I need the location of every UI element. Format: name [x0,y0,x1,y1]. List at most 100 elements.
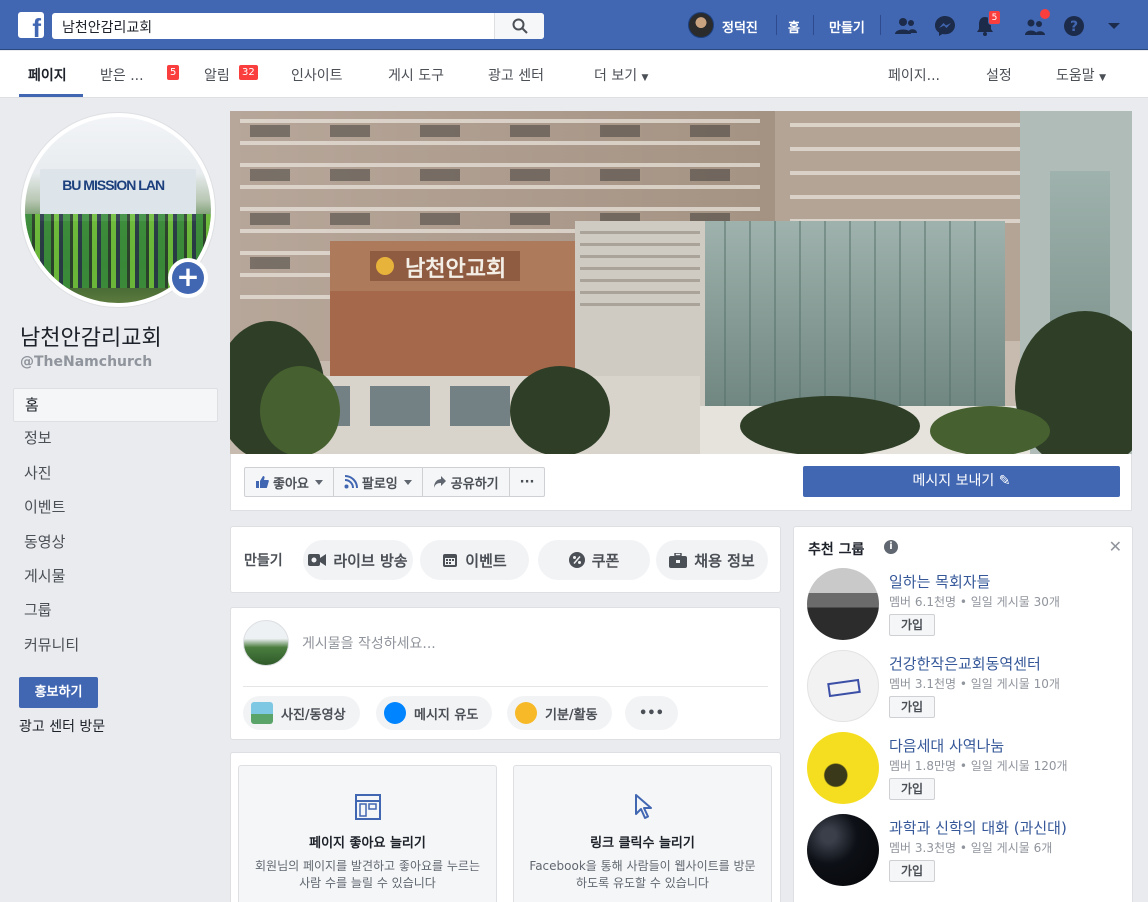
list-item: 건강한작은교회동역센터 멤버 3.1천명 • 일일 게시물 10개 가입 [807,650,1127,730]
friend-requests-icon[interactable] [894,14,918,38]
promo-description: 회원님의 페이지를 발견하고 좋아요를 누르는 사람 수를 늘릴 수 있습니다 [254,859,481,890]
live-video-button[interactable]: 라이브 방송 [303,540,413,580]
tab-help[interactable]: 도움말 ▼ [1056,65,1106,85]
group-thumbnail[interactable] [807,732,879,804]
create-label: 만들기 [244,553,283,569]
send-message-label: 메시지 보내기 [912,473,995,489]
more-composer-label: ••• [639,705,664,721]
coupon-label: 쿠폰 [591,551,620,570]
create-link[interactable]: 만들기 [829,17,865,36]
search-box[interactable]: 남천안감리교회 [52,13,544,39]
info-icon[interactable]: i [884,540,898,554]
join-group-button[interactable]: 가입 [889,696,935,718]
like-button[interactable]: 좋아요 [245,468,334,496]
top-bar: f 남천안감리교회 정덕진 홈 만들기 5 ? [0,0,1148,50]
sidebar-item-photos[interactable]: 사진 [13,457,218,491]
post-composer-input[interactable]: 게시물을 작성하세요... [302,633,436,653]
job-post-button[interactable]: 채용 정보 [656,540,768,580]
more-options-button[interactable]: ··· [510,468,545,496]
join-group-button[interactable]: 가입 [889,778,935,800]
coupon-button[interactable]: 쿠폰 [538,540,650,580]
share-arrow-icon [433,476,446,488]
send-message-button[interactable]: 메시지 보내기 ✎ [803,466,1120,497]
page-management-nav: 페이지 받은 ... 5 알림 32 인사이트 게시 도구 광고 센터 더 보기… [0,51,1148,98]
more-composer-options[interactable]: ••• [625,696,678,730]
share-button[interactable]: 공유하기 [423,468,510,496]
sidebar-item-events[interactable]: 이벤트 [13,491,218,525]
post-composer: 게시물을 작성하세요... 사진/동영상 메시지 유도 기분/활동 ••• [230,607,781,740]
notifications-tab-badge: 32 [239,65,258,80]
get-messages-label: 메시지 유도 [414,707,479,723]
help-question-icon[interactable]: ? [1062,14,1086,38]
page-handle[interactable]: @TheNamchurch [20,354,152,370]
sidebar-item-posts[interactable]: 게시물 [13,560,218,594]
page-side-menu: 홈 정보 사진 이벤트 동영상 게시물 그룹 커뮤니티 [13,388,218,663]
tab-settings[interactable]: 설정 [986,65,1012,85]
group-thumbnail[interactable] [807,814,879,886]
chevron-down-icon [403,479,412,485]
sidebar-item-home[interactable]: 홈 [13,388,218,423]
suggested-groups-title: 추천 그룹 [808,542,865,558]
group-meta: 멤버 3.3천명 • 일일 게시물 6개 [889,841,1053,855]
group-thumbnail[interactable] [807,650,879,722]
page-title: 남천안감리교회 [20,326,162,351]
page-layout-icon [355,794,381,820]
messenger-icon[interactable] [933,14,957,38]
wall-text: BU MISSION LAN [62,176,165,193]
group-name[interactable]: 과학과 신학의 대화 (과신대) [889,817,1067,838]
share-label: 공유하기 [450,476,499,492]
tab-ad-center[interactable]: 광고 센터 [488,65,544,85]
account-dropdown-icon[interactable] [1102,14,1126,38]
sidebar-item-groups[interactable]: 그룹 [13,594,218,628]
facebook-logo-icon[interactable]: f [18,12,44,41]
group-name[interactable]: 다음세대 사역나눔 [889,735,1004,756]
tab-page[interactable]: 페이지 [28,65,67,85]
event-label: 이벤트 [465,551,507,570]
tab-more[interactable]: 더 보기 ▼ [594,65,648,85]
like-label: 좋아요 [273,476,309,492]
feeling-activity-button[interactable]: 기분/활동 [507,696,612,730]
search-icon [512,18,528,34]
get-messages-button[interactable]: 메시지 유도 [376,696,493,730]
event-button[interactable]: 이벤트 [420,540,529,580]
promo-title: 링크 클릭수 늘리기 [590,836,695,851]
search-input[interactable]: 남천안감리교회 [62,17,152,37]
tab-notifications[interactable]: 알림 [204,65,230,85]
promote-button[interactable]: 홍보하기 [19,677,98,708]
plus-icon: + [172,262,204,294]
more-label: ··· [519,474,535,490]
promo-page-likes[interactable]: 페이지 좋아요 늘리기 회원님의 페이지를 발견하고 좋아요를 누르는 사람 수… [238,765,497,902]
sidebar-item-community[interactable]: 커뮤니티 [13,629,218,663]
tab-insights[interactable]: 인사이트 [291,65,343,85]
group-name[interactable]: 일하는 목회자들 [889,571,990,592]
join-group-button[interactable]: 가입 [889,860,935,882]
tab-publishing-tools[interactable]: 게시 도구 [388,65,444,85]
photo-video-button[interactable]: 사진/동영상 [243,696,360,730]
calendar-icon [443,554,458,567]
home-link[interactable]: 홈 [788,17,800,36]
close-icon[interactable]: ✕ [1109,537,1122,556]
tab-more-label: 더 보기 [594,68,638,84]
add-profile-photo-button[interactable]: + [168,258,208,298]
group-meta: 멤버 6.1천명 • 일일 게시물 30개 [889,595,1060,609]
video-camera-icon [308,554,327,566]
tab-help-label: 도움말 [1056,68,1095,84]
group-thumbnail[interactable] [807,568,879,640]
follow-button[interactable]: 팔로잉 [334,468,423,496]
cover-photo[interactable]: 남천안교회 [230,111,1132,454]
group-name[interactable]: 건강한작은교회동역센터 [889,653,1041,674]
search-button[interactable] [494,13,544,39]
avatar [243,620,289,666]
active-tab-indicator [19,94,83,97]
join-group-button[interactable]: 가입 [889,614,935,636]
alert-dot [1040,9,1050,19]
divider [243,686,768,687]
visit-ad-center-link[interactable]: 광고 센터 방문 [19,716,105,736]
chevron-down-icon: ▼ [641,73,649,83]
sidebar-item-about[interactable]: 정보 [13,422,218,456]
page-action-bar: 좋아요 팔로잉 공유하기 ··· 메시지 보내기 ✎ [230,454,1132,511]
sidebar-item-videos[interactable]: 동영상 [13,526,218,560]
tab-pages-menu[interactable]: 페이지... [888,65,940,85]
tab-inbox[interactable]: 받은 ... [100,65,144,85]
promo-link-clicks[interactable]: 링크 클릭수 늘리기 Facebook을 통해 사람들이 웹사이트를 방문하도록… [513,765,772,902]
